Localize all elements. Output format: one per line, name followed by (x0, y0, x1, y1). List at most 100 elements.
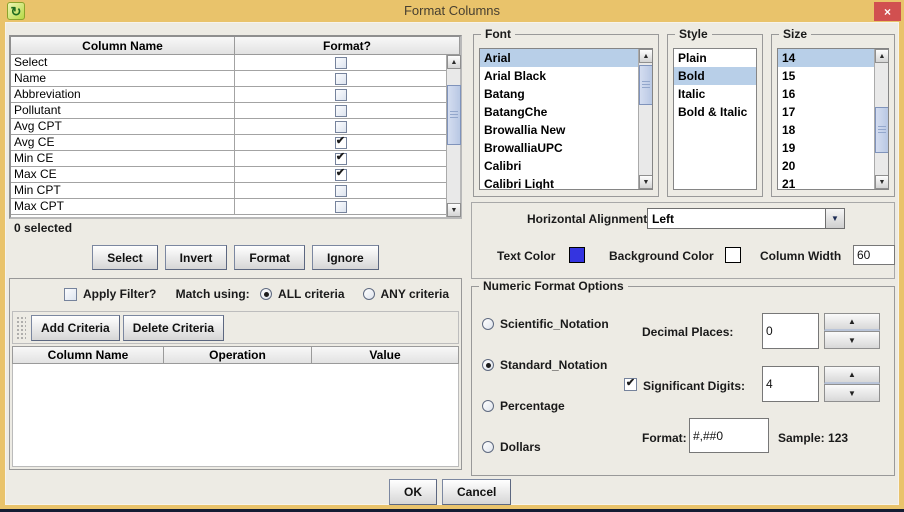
radio-icon[interactable] (482, 359, 494, 371)
scrollbar-thumb[interactable] (639, 65, 652, 105)
table-row[interactable]: Max CE (11, 167, 460, 183)
chevron-down-icon[interactable] (825, 209, 844, 228)
apply-filter-checkbox[interactable] (64, 287, 77, 301)
table-row[interactable]: Min CPT (11, 183, 460, 199)
horizontal-alignment-select[interactable]: Left (647, 208, 845, 229)
column-width-input[interactable] (853, 245, 895, 265)
format-checkbox[interactable] (334, 88, 347, 101)
format-checkbox[interactable] (334, 120, 347, 133)
size-option[interactable]: 19 (778, 139, 874, 157)
significant-digits-checkbox[interactable] (624, 378, 637, 391)
font-option[interactable]: BrowalliaUPC (480, 139, 638, 157)
format-checkbox[interactable] (334, 152, 347, 165)
radio-icon[interactable] (260, 288, 273, 300)
add-criteria-button[interactable]: Add Criteria (31, 314, 120, 341)
size-option[interactable]: 16 (778, 85, 874, 103)
criteria-match-option[interactable]: ANY criteria (362, 287, 449, 301)
font-option[interactable]: Batang (480, 85, 638, 103)
column-name-cell[interactable]: Max CPT (11, 199, 235, 214)
toolbar-grip-icon[interactable] (16, 315, 26, 340)
style-option[interactable]: Bold (674, 67, 756, 85)
font-option[interactable]: Arial (480, 49, 638, 67)
font-option[interactable]: Calibri Light (480, 175, 638, 189)
radio-icon[interactable] (482, 318, 494, 330)
delete-criteria-button[interactable]: Delete Criteria (122, 314, 225, 341)
format-checkbox[interactable] (334, 56, 347, 69)
size-option[interactable]: 21 (778, 175, 874, 189)
column-name-cell[interactable]: Name (11, 71, 235, 86)
style-option[interactable]: Plain (674, 49, 756, 67)
criteria-table-body[interactable] (12, 364, 459, 467)
font-option[interactable]: Arial Black (480, 67, 638, 85)
radio-icon[interactable] (482, 441, 494, 453)
format-input[interactable] (689, 418, 769, 453)
font-option[interactable]: BatangChe (480, 103, 638, 121)
column-name-cell[interactable]: Abbreviation (11, 87, 235, 102)
scroll-up-icon[interactable] (639, 49, 652, 63)
column-name-cell[interactable]: Min CE (11, 151, 235, 166)
spinner-up-icon[interactable] (824, 366, 880, 384)
ignore-button[interactable]: Ignore (312, 245, 379, 270)
format-checkbox[interactable] (334, 72, 347, 85)
scrollbar-thumb[interactable] (875, 107, 888, 153)
select-button[interactable]: Select (92, 245, 158, 270)
scroll-down-icon[interactable] (447, 203, 461, 217)
spinner-up-icon[interactable] (824, 313, 880, 331)
format-header[interactable]: Format? (235, 37, 460, 55)
invert-button[interactable]: Invert (164, 245, 228, 270)
table-row[interactable]: Avg CPT (11, 119, 460, 135)
column-name-cell[interactable]: Pollutant (11, 103, 235, 118)
spinner-down-icon[interactable] (824, 384, 880, 402)
column-name-cell[interactable]: Select (11, 55, 235, 70)
notation-option[interactable]: Scientific_Notation (482, 316, 609, 332)
radio-icon[interactable] (482, 400, 494, 412)
notation-option[interactable]: Standard_Notation (482, 357, 607, 373)
format-checkbox[interactable] (334, 200, 347, 213)
size-option[interactable]: 14 (778, 49, 874, 67)
format-button[interactable]: Format (234, 245, 306, 270)
font-list[interactable]: Arial Arial Black Batang BatangChe Browallia… (479, 48, 653, 190)
decimal-places-input[interactable] (762, 313, 819, 349)
radio-icon[interactable] (362, 288, 375, 300)
table-row[interactable]: Pollutant (11, 103, 460, 119)
scrollbar-thumb[interactable] (447, 85, 461, 145)
size-option[interactable]: 15 (778, 67, 874, 85)
table-row[interactable]: Abbreviation (11, 87, 460, 103)
font-option[interactable]: Calibri (480, 157, 638, 175)
column-name-header[interactable]: Column Name (11, 37, 235, 55)
format-checkbox[interactable] (334, 136, 347, 149)
table-row[interactable]: Max CPT (11, 199, 460, 215)
font-list-scrollbar[interactable] (638, 49, 652, 189)
scroll-down-icon[interactable] (875, 175, 888, 189)
background-color-swatch[interactable] (725, 247, 741, 263)
format-checkbox[interactable] (334, 104, 347, 117)
notation-option[interactable]: Percentage (482, 398, 565, 414)
table-row[interactable]: Name (11, 71, 460, 87)
size-list[interactable]: 14 15 16 17 18 19 20 21 (777, 48, 889, 190)
criteria-match-option[interactable]: ALL criteria (260, 287, 345, 301)
significant-digits-input[interactable] (762, 366, 819, 402)
criteria-operation-header[interactable]: Operation (164, 346, 312, 364)
style-option[interactable]: Italic (674, 85, 756, 103)
ok-button[interactable]: OK (389, 479, 437, 505)
column-name-cell[interactable]: Avg CPT (11, 119, 235, 134)
column-name-cell[interactable]: Avg CE (11, 135, 235, 150)
scroll-up-icon[interactable] (447, 55, 461, 69)
spinner-down-icon[interactable] (824, 331, 880, 349)
font-option[interactable]: Browallia New (480, 121, 638, 139)
size-option[interactable]: 17 (778, 103, 874, 121)
notation-option[interactable]: Dollars (482, 439, 541, 455)
cancel-button[interactable]: Cancel (442, 479, 512, 505)
style-option[interactable]: Bold & Italic (674, 103, 756, 121)
size-option[interactable]: 20 (778, 157, 874, 175)
size-option[interactable]: 18 (778, 121, 874, 139)
text-color-swatch[interactable] (569, 247, 585, 263)
style-list[interactable]: Plain Bold Italic Bold & Italic (673, 48, 757, 190)
column-table-scrollbar[interactable] (446, 55, 461, 217)
criteria-column-header[interactable]: Column Name (12, 346, 164, 364)
column-name-cell[interactable]: Max CE (11, 167, 235, 182)
table-row[interactable]: Select (11, 55, 460, 71)
size-list-scrollbar[interactable] (874, 49, 888, 189)
scroll-up-icon[interactable] (875, 49, 888, 63)
criteria-value-header[interactable]: Value (312, 346, 459, 364)
